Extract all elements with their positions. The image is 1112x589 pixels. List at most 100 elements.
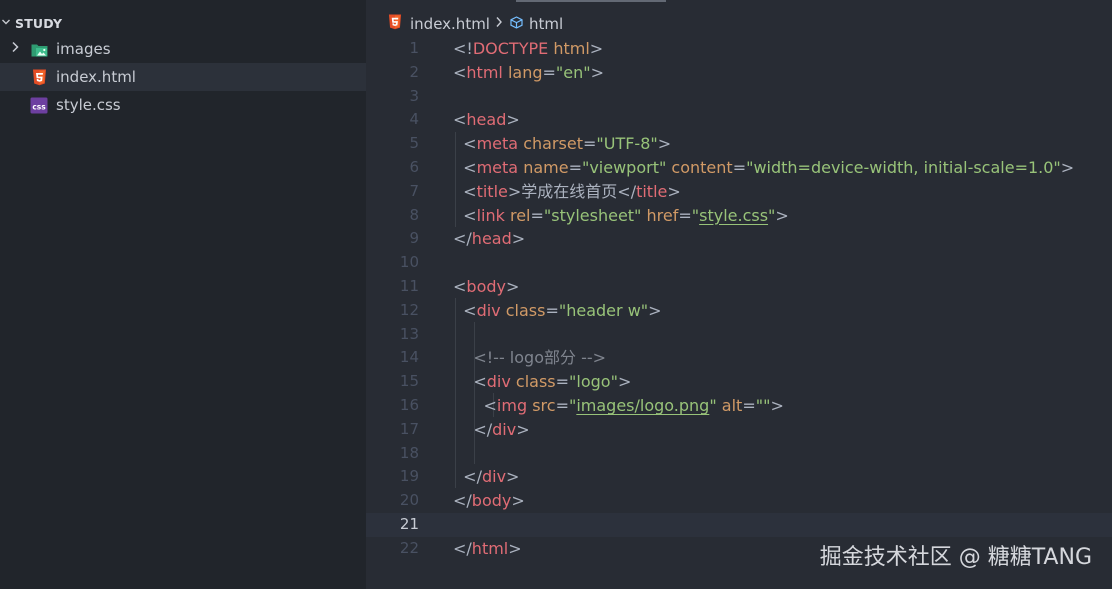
code-token: >	[667, 181, 681, 201]
line-text: <div class="header w">	[453, 299, 661, 323]
line-number: 22	[399, 538, 419, 557]
code-line[interactable]: 14 <!-- logo部分 -->	[366, 346, 1112, 370]
explorer-title: STUDY	[15, 15, 63, 31]
code-token: </	[453, 229, 472, 249]
line-number: 9	[409, 229, 419, 248]
line-text: <meta name="viewport" content="width=dev…	[453, 156, 1074, 180]
code-lines[interactable]: 1 <!DOCTYPE html> 2 <html lang="en"> 3 4 <head…	[366, 37, 1112, 561]
code-line[interactable]: 10	[366, 251, 1112, 275]
code-token: >	[508, 538, 522, 558]
code-token: </	[453, 538, 472, 558]
code-token: =	[555, 395, 569, 415]
tree-item-index-html[interactable]: index.html	[0, 63, 366, 91]
code-token: rel	[509, 205, 531, 225]
line-text: <div class="logo">	[453, 370, 631, 394]
code-token: 学成在线首页	[521, 181, 618, 201]
code-line[interactable]: 5 <meta charset="UTF-8">	[366, 132, 1112, 156]
code-line[interactable]: 3	[366, 85, 1112, 109]
code-token: >	[505, 276, 520, 296]
line-number: 3	[409, 86, 419, 105]
code-line[interactable]: 21	[366, 512, 1112, 537]
code-token: <	[453, 205, 477, 225]
code-line[interactable]: 16 <img src="images/logo.png" alt="">	[366, 394, 1112, 418]
code-token: div	[481, 467, 507, 487]
folder-images-icon	[30, 40, 48, 58]
line-text: <img src="images/logo.png" alt="">	[453, 394, 784, 418]
code-token: link	[476, 205, 505, 225]
code-token: >	[657, 134, 672, 154]
code-token: =	[530, 205, 544, 225]
code-token: content	[671, 157, 733, 177]
code-token: >	[506, 110, 520, 130]
html5-icon	[30, 68, 48, 86]
code-token: style.css	[699, 205, 769, 225]
editor-area[interactable]: index.html html 1 <!DOCTYPE html> 2 <html l…	[366, 0, 1112, 589]
code-token: meta	[476, 157, 519, 177]
line-text: </html>	[453, 537, 522, 561]
code-line[interactable]: 20 </body>	[366, 489, 1112, 513]
code-token: >	[770, 395, 784, 415]
code-line[interactable]: 1 <!DOCTYPE html>	[366, 37, 1112, 61]
code-token: </	[453, 491, 472, 511]
code-token: html	[553, 39, 590, 58]
code-line[interactable]: 7 <title>学成在线首页</title>	[366, 180, 1112, 204]
code-line[interactable]: 18	[366, 442, 1112, 466]
line-text: <body>	[453, 275, 519, 299]
code-token: div	[492, 419, 517, 439]
code-token: <	[453, 395, 497, 415]
code-line[interactable]: 15 <div class="logo">	[366, 370, 1112, 394]
explorer-section-header[interactable]: STUDY	[0, 11, 366, 35]
code-token: "stylesheet"	[543, 205, 642, 225]
code-line[interactable]: 12 <div class="header w">	[366, 299, 1112, 323]
tree-item-label: index.html	[56, 68, 136, 86]
symbol-element-icon	[509, 15, 524, 34]
code-token: >	[617, 372, 632, 392]
line-number: 16	[399, 395, 419, 414]
tree-item-style-css[interactable]: css style.css	[0, 91, 366, 119]
code-token: =	[545, 300, 559, 320]
code-line[interactable]: 11 <body>	[366, 275, 1112, 299]
code-token: "header w"	[558, 300, 649, 320]
line-text: <head>	[453, 108, 520, 132]
code-token: <	[453, 62, 467, 82]
code-token: </	[453, 467, 482, 487]
code-line[interactable]: 19 </div>	[366, 465, 1112, 489]
code-line[interactable]: 9 </head>	[366, 227, 1112, 251]
code-token: img	[496, 395, 528, 415]
code-line[interactable]: 6 <meta name="viewport" content="width=d…	[366, 156, 1112, 180]
line-number: 4	[409, 110, 419, 129]
tree-item-images-folder[interactable]: images	[0, 35, 366, 63]
code-line[interactable]: 13	[366, 323, 1112, 347]
breadcrumb-symbol[interactable]: html	[529, 15, 563, 33]
code-line[interactable]: 4 <head>	[366, 108, 1112, 132]
css-icon: css	[30, 96, 48, 114]
line-text: <html lang="en">	[453, 61, 604, 85]
code-line[interactable]: 17 </div>	[366, 418, 1112, 442]
tab-indicator	[516, 0, 666, 2]
code-token: >	[511, 491, 525, 511]
chevron-right-icon	[0, 41, 30, 57]
code-token: lang	[507, 62, 543, 82]
breadcrumb-file[interactable]: index.html	[410, 15, 490, 33]
line-number: 15	[399, 372, 419, 391]
line-number: 17	[399, 419, 419, 438]
code-token: </	[617, 181, 637, 201]
code-token: =	[742, 395, 756, 415]
svg-text:css: css	[32, 102, 46, 111]
code-line[interactable]: 2 <html lang="en">	[366, 61, 1112, 85]
code-token: "en"	[555, 62, 591, 82]
line-number: 2	[409, 62, 419, 81]
code-token: >	[507, 181, 522, 201]
line-number: 1	[409, 39, 419, 57]
line-text: <meta charset="UTF-8">	[453, 132, 671, 156]
code-line[interactable]: 8 <link rel="stylesheet" href="style.css…	[366, 204, 1112, 228]
code-token: =	[555, 372, 570, 392]
tree-item-label: style.css	[56, 96, 121, 114]
line-text: <!-- logo部分 -->	[453, 346, 606, 370]
code-token: head	[466, 110, 507, 130]
code-token: DOCTYPE	[472, 39, 549, 58]
code-token: body	[471, 491, 512, 511]
code-token: >	[506, 467, 520, 487]
explorer-sidebar: STUDY images index.html css style.css	[0, 0, 366, 589]
code-token: ""	[755, 395, 771, 415]
